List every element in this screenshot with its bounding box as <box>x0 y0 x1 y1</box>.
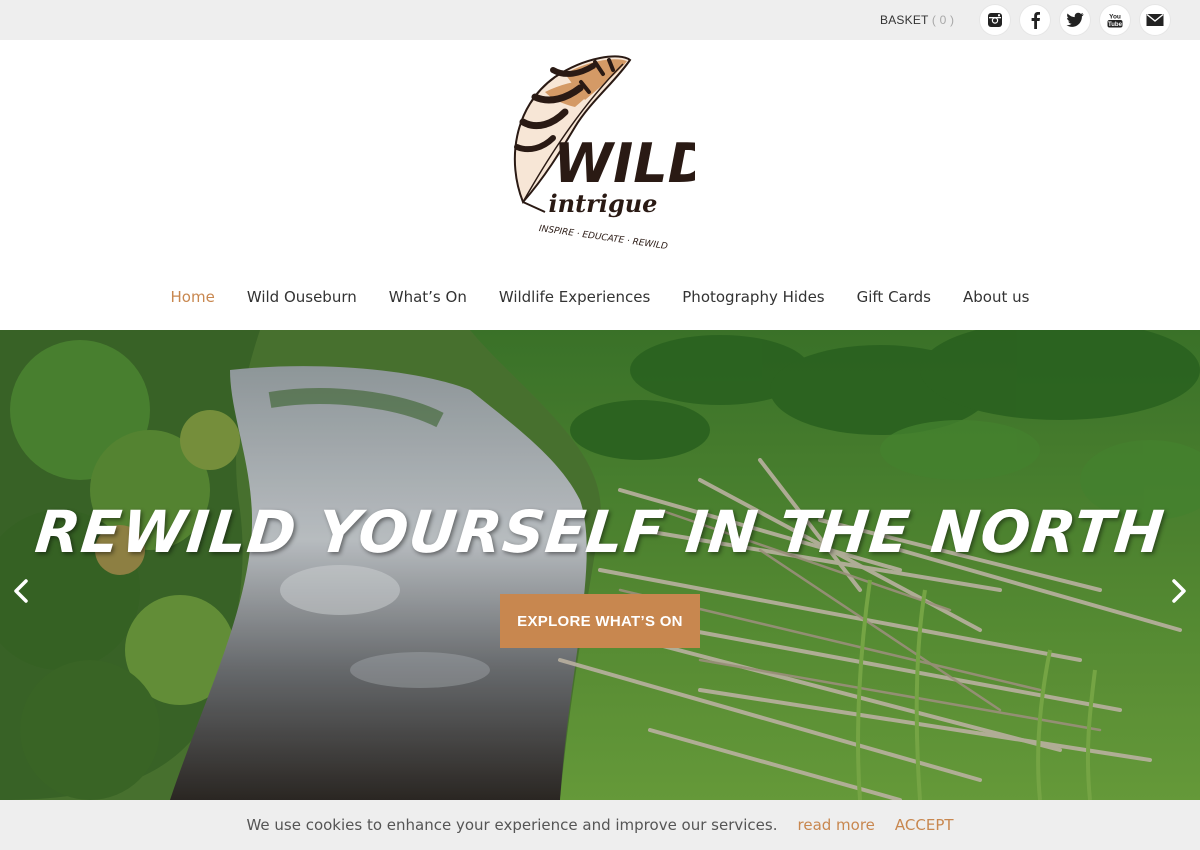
hero-slider: REWILD YOURSELF IN THE NORTH EXPLORE WHA… <box>0 330 1200 800</box>
svg-text:intrigue: intrigue <box>549 189 658 218</box>
cookie-message: We use cookies to enhance your experienc… <box>246 816 778 834</box>
basket-link[interactable]: BASKET ( 0 ) <box>880 13 954 27</box>
cookie-banner: We use cookies to enhance your experienc… <box>0 800 1200 850</box>
main-nav: Home Wild Ouseburn What’s On Wildlife Ex… <box>0 285 1200 309</box>
top-bar: BASKET ( 0 ) You Tube <box>0 0 1200 40</box>
hero-title: REWILD YOURSELF IN THE NORTH <box>32 498 1168 566</box>
email-icon[interactable] <box>1140 5 1170 35</box>
nav-photography-hides[interactable]: Photography Hides <box>666 285 840 309</box>
nav-whats-on[interactable]: What’s On <box>373 285 483 309</box>
svg-text:WILD: WILD <box>554 132 695 195</box>
nav-about-us[interactable]: About us <box>947 285 1045 309</box>
youtube-icon[interactable]: You Tube <box>1100 5 1130 35</box>
nav-home[interactable]: Home <box>155 285 231 309</box>
svg-text:You: You <box>1109 14 1121 21</box>
twitter-icon[interactable] <box>1060 5 1090 35</box>
basket-count: ( 0 ) <box>931 13 955 27</box>
chevron-left-icon[interactable] <box>8 575 36 607</box>
nav-gift-cards[interactable]: Gift Cards <box>841 285 947 309</box>
cookie-read-more-link[interactable]: read more <box>798 816 875 834</box>
chevron-right-icon[interactable] <box>1164 575 1192 607</box>
site-header: WILD intrigue INSPIRE · EDUCATE · REWILD… <box>0 40 1200 330</box>
nav-wildlife-experiences[interactable]: Wildlife Experiences <box>483 285 666 309</box>
facebook-icon[interactable] <box>1020 5 1050 35</box>
cookie-accept-button[interactable]: ACCEPT <box>895 816 954 834</box>
explore-whats-on-button[interactable]: EXPLORE WHAT’S ON <box>500 594 700 648</box>
svg-text:Tube: Tube <box>1108 22 1123 28</box>
wild-intrigue-logo[interactable]: WILD intrigue INSPIRE · EDUCATE · REWILD <box>505 52 695 262</box>
instagram-icon[interactable] <box>980 5 1010 35</box>
nav-wild-ouseburn[interactable]: Wild Ouseburn <box>231 285 373 309</box>
svg-text:INSPIRE · EDUCATE · REWILD: INSPIRE · EDUCATE · REWILD <box>538 224 668 252</box>
basket-label: BASKET <box>880 13 929 27</box>
